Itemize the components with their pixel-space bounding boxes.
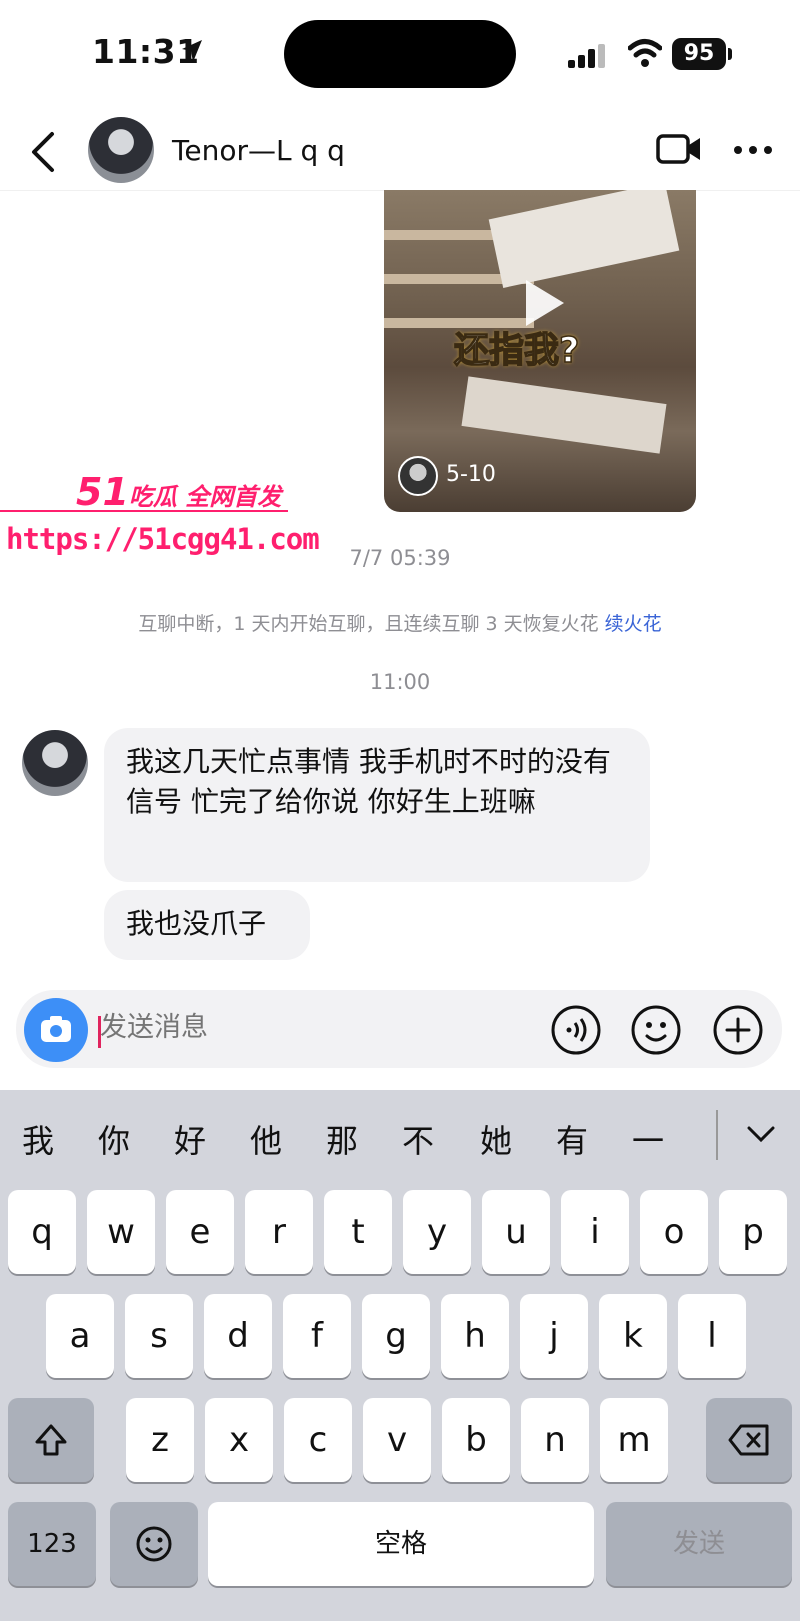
key-h[interactable]: h bbox=[441, 1294, 509, 1378]
key-g[interactable]: g bbox=[362, 1294, 430, 1378]
keyboard-emoji-icon bbox=[136, 1526, 172, 1562]
wifi-icon bbox=[628, 39, 662, 67]
video-overlay-text: 还指我? bbox=[453, 330, 580, 372]
watermark-brand: 51吃瓜 全网首发 bbox=[76, 470, 281, 514]
key-c[interactable]: c bbox=[284, 1398, 352, 1482]
key-t[interactable]: t bbox=[324, 1190, 392, 1274]
shift-icon bbox=[35, 1424, 67, 1456]
camera-button[interactable] bbox=[24, 998, 88, 1062]
key-r[interactable]: r bbox=[245, 1190, 313, 1274]
streak-notice: 互聊中断，1 天内开始互聊，且连续互聊 3 天恢复火花 续火花 bbox=[0, 609, 800, 636]
candidate-word[interactable]: 有 bbox=[556, 1116, 588, 1162]
voice-icon[interactable] bbox=[550, 1004, 602, 1056]
send-key[interactable]: 发送 bbox=[606, 1502, 792, 1586]
video-call-icon[interactable] bbox=[656, 132, 702, 166]
key-y[interactable]: y bbox=[403, 1190, 471, 1274]
candidate-word[interactable]: 那 bbox=[326, 1116, 358, 1162]
shared-video-card[interactable]: 还指我? 5-10 bbox=[384, 190, 696, 512]
key-k[interactable]: k bbox=[599, 1294, 667, 1378]
location-arrow-icon bbox=[182, 40, 202, 62]
key-q[interactable]: q bbox=[8, 1190, 76, 1274]
candidate-word[interactable]: 他 bbox=[250, 1116, 282, 1162]
key-u[interactable]: u bbox=[482, 1190, 550, 1274]
chevron-down-icon[interactable] bbox=[746, 1124, 776, 1144]
candidate-divider bbox=[716, 1110, 718, 1160]
signal-icon bbox=[568, 44, 605, 68]
key-o[interactable]: o bbox=[640, 1190, 708, 1274]
watermark-text: 吃瓜 全网首发 bbox=[128, 483, 282, 511]
key-a[interactable]: a bbox=[46, 1294, 114, 1378]
sender-avatar[interactable] bbox=[22, 730, 88, 796]
paper bbox=[461, 376, 667, 454]
back-icon[interactable] bbox=[24, 128, 64, 176]
space-key[interactable]: 空格 bbox=[208, 1502, 594, 1586]
keyboard-emoji-key[interactable] bbox=[110, 1502, 198, 1586]
plus-icon[interactable] bbox=[712, 1004, 764, 1056]
shift-key[interactable] bbox=[8, 1398, 94, 1482]
more-icon[interactable] bbox=[732, 140, 774, 160]
backspace-key[interactable] bbox=[706, 1398, 792, 1482]
streak-link[interactable]: 续火花 bbox=[605, 613, 662, 635]
candidate-word[interactable]: 不 bbox=[402, 1116, 434, 1162]
watermark-number: 51 bbox=[76, 470, 129, 514]
message-bubble[interactable]: 我也没爪子 bbox=[104, 890, 310, 960]
emoji-icon[interactable] bbox=[630, 1004, 682, 1056]
paper bbox=[488, 190, 680, 288]
key-s[interactable]: s bbox=[125, 1294, 193, 1378]
contact-name[interactable]: Tenor—L q q bbox=[172, 134, 345, 167]
key-m[interactable]: m bbox=[600, 1398, 668, 1482]
key-l[interactable]: l bbox=[678, 1294, 746, 1378]
candidate-word[interactable]: 一 bbox=[632, 1116, 664, 1162]
dynamic-island bbox=[284, 20, 516, 88]
key-x[interactable]: x bbox=[205, 1398, 273, 1482]
battery-cap bbox=[728, 48, 732, 60]
key-p[interactable]: p bbox=[719, 1190, 787, 1274]
camera-icon bbox=[41, 1016, 71, 1042]
candidate-word[interactable]: 我 bbox=[22, 1116, 54, 1162]
key-e[interactable]: e bbox=[166, 1190, 234, 1274]
message-input[interactable] bbox=[100, 1012, 400, 1043]
key-d[interactable]: d bbox=[204, 1294, 272, 1378]
video-author-avatar bbox=[398, 456, 438, 496]
key-i[interactable]: i bbox=[561, 1190, 629, 1274]
key-b[interactable]: b bbox=[442, 1398, 510, 1482]
message-bubble[interactable]: 我这几天忙点事情 我手机时不时的没有信号 忙完了给你说 你好生上班嘛 bbox=[104, 728, 650, 882]
key-f[interactable]: f bbox=[283, 1294, 351, 1378]
candidate-word[interactable]: 你 bbox=[98, 1116, 130, 1162]
video-date: 5-10 bbox=[446, 462, 496, 487]
numbers-key[interactable]: 123 bbox=[8, 1502, 96, 1586]
contact-avatar[interactable] bbox=[88, 117, 154, 183]
streak-notice-text: 互聊中断，1 天内开始互聊，且连续互聊 3 天恢复火花 bbox=[138, 613, 599, 635]
watermark-line bbox=[0, 510, 288, 512]
chat-timestamp: 7/7 05:39 bbox=[349, 546, 451, 570]
key-w[interactable]: w bbox=[87, 1190, 155, 1274]
key-j[interactable]: j bbox=[520, 1294, 588, 1378]
key-n[interactable]: n bbox=[521, 1398, 589, 1482]
candidate-word[interactable]: 她 bbox=[480, 1116, 512, 1162]
chat-timestamp: 11:00 bbox=[369, 670, 431, 694]
backspace-icon bbox=[728, 1424, 769, 1456]
key-v[interactable]: v bbox=[363, 1398, 431, 1482]
key-z[interactable]: z bbox=[126, 1398, 194, 1482]
battery-level: 95 bbox=[672, 38, 726, 70]
candidate-word[interactable]: 好 bbox=[174, 1116, 206, 1162]
